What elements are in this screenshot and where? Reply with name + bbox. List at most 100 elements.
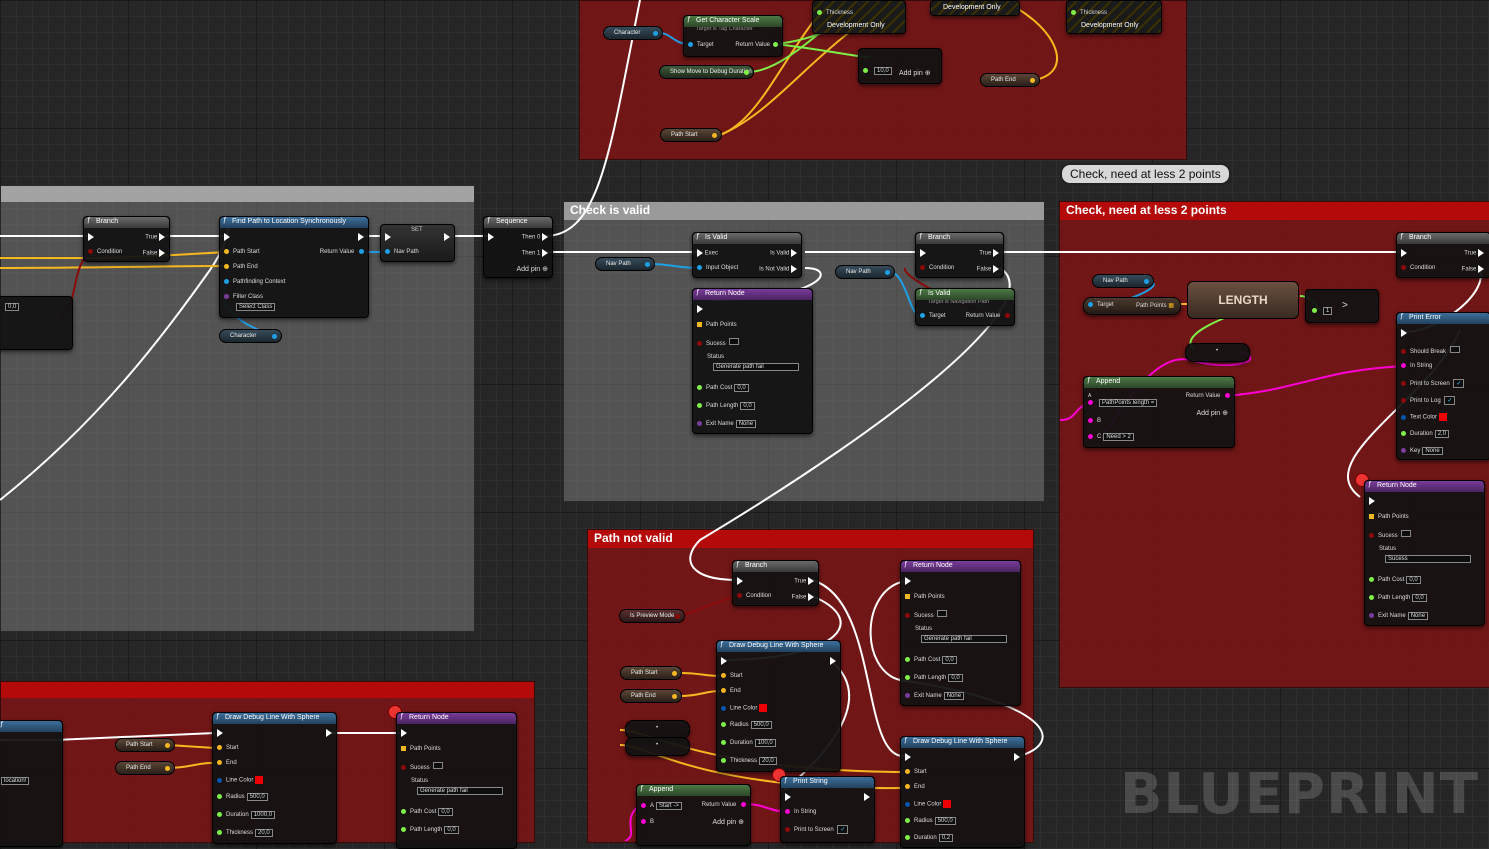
- pin-end[interactable]: End: [914, 784, 925, 790]
- pin-path-length[interactable]: Path Length: [410, 827, 442, 833]
- pin-duration[interactable]: Duration: [226, 812, 249, 818]
- path-length-field[interactable]: 0,0: [444, 826, 459, 834]
- draw-debug-line-node-1[interactable]: Draw Debug Line With Sphere Start End Li…: [716, 640, 841, 772]
- is-valid-node[interactable]: Is Valid Exec Is Valid Input Object Is N…: [692, 232, 802, 278]
- exit-name-field[interactable]: None: [1407, 612, 1429, 620]
- pin-path-points[interactable]: Path Points: [1136, 303, 1167, 309]
- comment-bubble[interactable]: Check, need at less 2 points: [1060, 163, 1231, 185]
- pin-return[interactable]: Return Value: [702, 802, 737, 808]
- pin-in-string[interactable]: In String: [1410, 363, 1432, 369]
- print-string-node[interactable]: Print String In String Print to Screen ✓: [780, 776, 875, 843]
- path-cost-field[interactable]: 0,0: [734, 384, 749, 392]
- pin-path-start[interactable]: Path Start: [233, 249, 260, 255]
- pin-false[interactable]: False: [977, 267, 992, 273]
- path-cost-field[interactable]: 0,0: [942, 656, 957, 664]
- status-select[interactable]: Generate path fail: [921, 635, 1007, 643]
- nav-path-variable-2[interactable]: Nav Path: [835, 265, 895, 279]
- multiply-node-4[interactable]: •: [625, 737, 690, 756]
- pin-filter-class[interactable]: Filter Class: [233, 294, 263, 300]
- is-valid-nav-node[interactable]: Is Valid Target is Navigation Path Targe…: [915, 288, 1015, 326]
- left-bottom-partial-node[interactable]: location!: [0, 720, 63, 847]
- exit-name-field[interactable]: None: [735, 420, 757, 428]
- sequence-node[interactable]: Sequence Then 0 Then 1 Add pin ⊕: [483, 216, 553, 278]
- multiply-node[interactable]: 10,0 Add pin ⊕: [858, 48, 942, 84]
- pin-print-to-screen[interactable]: Print to Screen: [1410, 381, 1450, 387]
- path-end-variable-m[interactable]: Path End: [620, 689, 682, 703]
- append-a-field[interactable]: Start ->: [656, 802, 682, 810]
- pin-input-object[interactable]: Input Object: [706, 265, 738, 271]
- path-end-variable-b[interactable]: Path End: [115, 761, 175, 775]
- print-error-node[interactable]: Print Error Should Break In String Print…: [1396, 312, 1489, 460]
- pin-line-color[interactable]: Line Color: [226, 778, 253, 784]
- pin-path-points[interactable]: Path Points: [410, 746, 441, 752]
- pin-duration[interactable]: Duration: [914, 835, 937, 841]
- color-swatch[interactable]: [1438, 413, 1447, 421]
- pin-is-not-valid[interactable]: Is Not Valid: [759, 267, 789, 273]
- pin-b[interactable]: B: [650, 819, 654, 825]
- path-cost-field[interactable]: 0,0: [1406, 576, 1421, 584]
- nav-path-variable-1[interactable]: Nav Path: [595, 257, 655, 271]
- pin-start[interactable]: Start: [226, 745, 239, 751]
- pin-context[interactable]: Pathfinding Context: [233, 279, 285, 285]
- pin-false[interactable]: False: [1462, 267, 1477, 273]
- status-select[interactable]: Sucess: [1385, 555, 1471, 563]
- pin-return[interactable]: Return Value: [966, 313, 1001, 319]
- find-path-node[interactable]: Find Path to Location Synchronously Path…: [219, 216, 369, 318]
- status-select[interactable]: Generate path fail: [417, 787, 503, 795]
- pin-false[interactable]: False: [792, 595, 807, 601]
- pin-path-points[interactable]: Path Points: [1378, 514, 1409, 520]
- value-field[interactable]: 0,0: [5, 303, 20, 311]
- nav-path-variable-3[interactable]: Nav Path: [1092, 274, 1154, 288]
- pin-duration[interactable]: Duration: [1410, 431, 1433, 437]
- thickness-field[interactable]: 20,0: [255, 829, 273, 837]
- pin-sucess[interactable]: Sucess: [706, 341, 726, 347]
- radius-field[interactable]: 500,0: [246, 793, 268, 801]
- append-node-1[interactable]: Append A PathPoints length = Return Valu…: [1083, 376, 1235, 448]
- is-preview-mode-variable[interactable]: Is Preview Mode: [619, 609, 685, 623]
- pin-path-points[interactable]: Path Points: [706, 322, 737, 328]
- pin-path-length[interactable]: Path Length: [706, 403, 738, 409]
- pin-radius[interactable]: Radius: [914, 818, 933, 824]
- pin-path-cost[interactable]: Path Cost: [706, 385, 732, 391]
- pin-condition[interactable]: Condition: [1410, 265, 1435, 271]
- pin-return[interactable]: Return Value: [1186, 393, 1221, 399]
- pin-nav-path[interactable]: Nav Path: [394, 249, 419, 255]
- pin-then-0[interactable]: Then 0: [522, 235, 541, 241]
- pin-in-string[interactable]: In String: [794, 809, 816, 815]
- path-length-field[interactable]: 0,0: [948, 674, 963, 682]
- pin-true[interactable]: True: [979, 251, 991, 257]
- return-node-success[interactable]: Return Node Path Points Sucess Status Su…: [1364, 480, 1485, 626]
- pin-line-color[interactable]: Line Color: [914, 802, 941, 808]
- length-node[interactable]: LENGTH: [1187, 281, 1299, 319]
- branch-node-3[interactable]: Branch True Condition False: [1396, 232, 1489, 278]
- pin-start[interactable]: Start: [730, 673, 743, 679]
- status-select[interactable]: Generate path fail: [713, 363, 799, 371]
- multiply-node-2[interactable]: •: [1185, 343, 1250, 362]
- pin-sucess[interactable]: Sucess: [410, 765, 430, 771]
- pin-radius[interactable]: Radius: [730, 722, 749, 728]
- pin-thickness[interactable]: Thickness: [730, 758, 757, 764]
- add-pin-button[interactable]: Add pin: [1196, 410, 1220, 417]
- path-length-field[interactable]: 0,0: [740, 402, 755, 410]
- get-path-points-node[interactable]: Target Path Points ▦: [1083, 297, 1181, 315]
- pin-should-break[interactable]: Should Break: [1410, 349, 1446, 355]
- branch-node-4[interactable]: Branch True Condition False: [732, 560, 819, 606]
- character-variable-2[interactable]: Character: [219, 329, 282, 343]
- pin-false[interactable]: False: [143, 251, 158, 257]
- color-swatch[interactable]: [759, 704, 768, 712]
- pin-return[interactable]: Return Value: [320, 249, 355, 255]
- pin-path-cost[interactable]: Path Cost: [1378, 577, 1404, 583]
- color-swatch[interactable]: [255, 776, 264, 784]
- duration-field[interactable]: 1000,0: [250, 811, 276, 819]
- pin-condition[interactable]: Condition: [746, 593, 771, 599]
- path-length-field[interactable]: 0,0: [1412, 594, 1427, 602]
- pin-line-color[interactable]: Line Color: [730, 706, 757, 712]
- pin-start[interactable]: Start: [914, 769, 927, 775]
- pin-exec[interactable]: Exec: [705, 251, 718, 257]
- pin-end[interactable]: End: [730, 688, 741, 694]
- path-start-variable-m[interactable]: Path Start: [620, 666, 682, 680]
- pin-print-to-screen[interactable]: Print to Screen: [794, 827, 834, 833]
- pin-return[interactable]: Return Value: [735, 42, 770, 48]
- pin-key[interactable]: Key: [1410, 448, 1420, 454]
- pin-true[interactable]: True: [1464, 251, 1476, 257]
